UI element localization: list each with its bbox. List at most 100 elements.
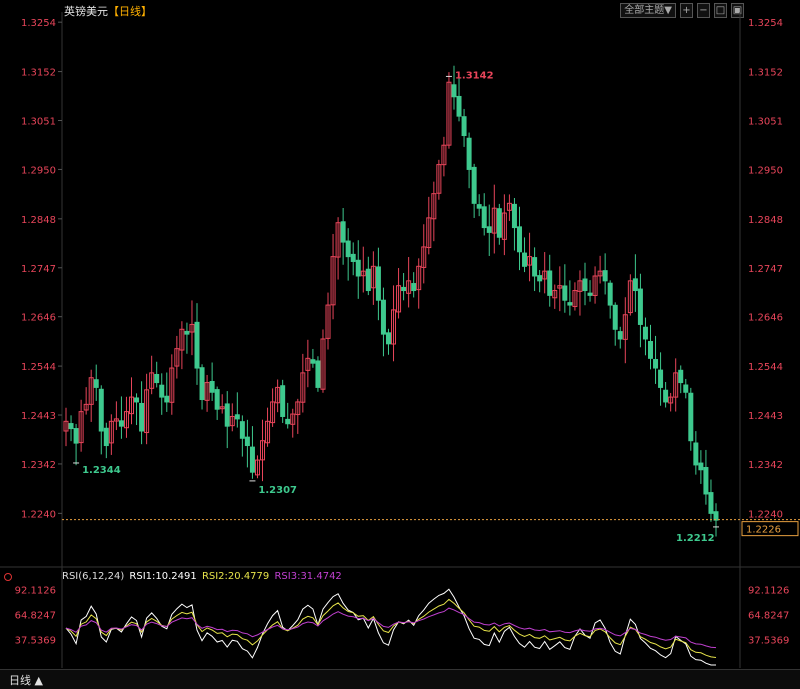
candle-down (139, 402, 145, 432)
price-tick-left: 1.2747 (21, 264, 56, 275)
candle-down (617, 331, 623, 340)
candlestick-chart[interactable]: 1.3254 1.3254 1.3152 1.3152 1.3051 1.3051 1.29… (0, 0, 800, 688)
candle-down (607, 282, 613, 306)
candle-down (708, 492, 714, 514)
rsi3-line (65, 607, 717, 649)
candles (63, 65, 719, 537)
candle-down (118, 420, 124, 427)
price-tick-right: 1.2747 (748, 264, 783, 275)
candle-down (698, 462, 704, 471)
candle-down (461, 116, 467, 137)
candle-down (199, 367, 205, 401)
low-may-label: 1.2307 (258, 485, 297, 496)
candle-down (632, 278, 638, 292)
candle-down (164, 395, 170, 403)
candle-down (537, 275, 543, 282)
price-tick-left: 1.2646 (21, 313, 56, 324)
candle-down (511, 203, 517, 229)
rsi-tick-left: 92.1126 (15, 585, 56, 596)
candle-down (516, 226, 522, 253)
price-tick-left: 1.2342 (21, 460, 56, 471)
candle-down (375, 266, 381, 301)
rsi-tick-left: 37.5369 (15, 636, 56, 647)
price-tick-left: 1.3254 (21, 18, 56, 29)
price-tick-right: 1.3051 (748, 117, 783, 128)
candle-down (154, 373, 160, 384)
rsi-settings-icon[interactable] (4, 573, 12, 581)
candle-down (582, 278, 588, 292)
candle-down (73, 428, 79, 444)
candle-down (380, 299, 386, 335)
candle-down (456, 95, 462, 117)
candle-down (658, 369, 664, 388)
candle-down (310, 359, 316, 364)
low-april-label: 1.2344 (82, 465, 121, 476)
candle-down (98, 388, 104, 432)
candle-down (68, 423, 74, 430)
candle-down (159, 384, 165, 398)
candle-down (285, 418, 291, 425)
candle-down (451, 84, 457, 98)
rsi-legend: RSI(6,12,24) RSI1:10.2491 RSI2:20.4779 R… (62, 571, 344, 582)
candle-down (567, 302, 573, 306)
price-axis: 1.3254 1.3254 1.3152 1.3152 1.3051 1.3051 1.29… (21, 18, 783, 520)
rsi2-line (65, 598, 717, 658)
candle-down (209, 380, 215, 393)
candle-down (522, 252, 528, 267)
rsi1-value: RSI1:10.2491 (129, 571, 197, 582)
candle-down (496, 208, 502, 238)
candle-down (401, 286, 407, 292)
price-tick-left: 1.2443 (21, 411, 56, 422)
rsi-tick-right: 92.1126 (748, 585, 789, 596)
price-tick-right: 1.2443 (748, 411, 783, 422)
candle-down (345, 240, 351, 258)
period-switch-button[interactable]: 日线 ▲ (9, 672, 43, 688)
candle-down (385, 332, 391, 345)
rsi2-value: RSI2:20.4779 (201, 571, 270, 582)
price-tick-right: 1.2950 (748, 165, 783, 176)
candle-down (602, 270, 608, 282)
price-annotations: 1.2226 1.3142 1.2344 1.2307 1.2212 (62, 70, 800, 544)
price-tick-right: 1.3254 (748, 18, 783, 29)
candle-down (224, 403, 230, 427)
candle-down (239, 421, 245, 439)
candle-down (355, 259, 361, 277)
candle-down (350, 253, 356, 262)
candle-down (244, 436, 250, 447)
candle-down (93, 379, 99, 388)
candle-down (476, 204, 482, 209)
price-tick-right: 1.2342 (748, 460, 783, 471)
candle-down (340, 221, 346, 243)
price-tick-right: 1.3152 (748, 68, 783, 79)
candle-down (234, 414, 240, 420)
candle-down (713, 511, 719, 521)
candle-down (194, 321, 200, 369)
candle-down (703, 466, 709, 495)
price-tick-left: 1.2950 (21, 165, 56, 176)
candle-down (587, 292, 593, 296)
candle-down (280, 385, 286, 417)
candle-down (562, 285, 568, 301)
candle-down (214, 389, 220, 410)
candle-down (471, 166, 477, 204)
candle-down (612, 304, 618, 330)
price-tick-right: 1.2240 (748, 509, 783, 520)
price-tick-left: 1.2240 (21, 509, 56, 520)
price-tick-right: 1.2544 (748, 362, 783, 373)
candle-down (184, 330, 190, 335)
candle-down (134, 397, 140, 403)
candle-down (411, 283, 417, 292)
rsi-panel: 92.1126 92.1126 64.8247 64.8247 37.5369 37.53… (15, 585, 789, 666)
rsi-tick-left: 64.8247 (15, 610, 56, 621)
rsi1-line (65, 588, 716, 666)
price-tick-left: 1.3152 (21, 68, 56, 79)
price-tick-left: 1.2848 (21, 215, 56, 226)
last-price-label: 1.2226 (746, 525, 781, 536)
candle-down (365, 268, 371, 292)
rsi3-value: RSI3:31.4742 (274, 571, 342, 582)
candle-down (663, 389, 669, 403)
candle-down (532, 257, 538, 277)
candle-down (481, 206, 487, 229)
low-last-label: 1.2212 (676, 533, 715, 544)
candle-down (466, 137, 472, 170)
